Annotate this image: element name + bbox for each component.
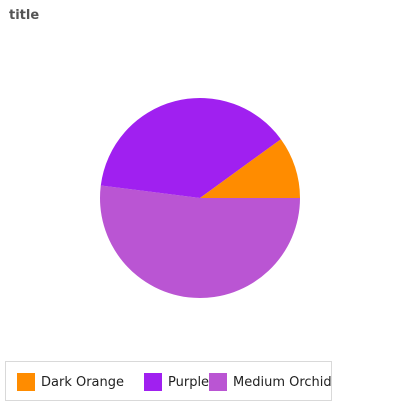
legend-item-dark-orange: Dark Orange (17, 372, 124, 392)
legend: Dark Orange Purple Medium Orchid (5, 361, 332, 401)
legend-swatch-dark-orange (17, 373, 35, 391)
legend-swatch-purple (144, 373, 162, 391)
legend-label-medium-orchid: Medium Orchid (233, 374, 332, 390)
pie-slice-medium-orchid (99, 185, 300, 298)
legend-item-purple: Purple (144, 372, 209, 392)
legend-label-dark-orange: Dark Orange (41, 374, 125, 390)
legend-label-purple: Purple (168, 374, 210, 390)
legend-swatch-medium-orchid (209, 373, 227, 391)
pie-chart (99, 98, 300, 298)
legend-item-medium-orchid: Medium Orchid (209, 372, 332, 392)
